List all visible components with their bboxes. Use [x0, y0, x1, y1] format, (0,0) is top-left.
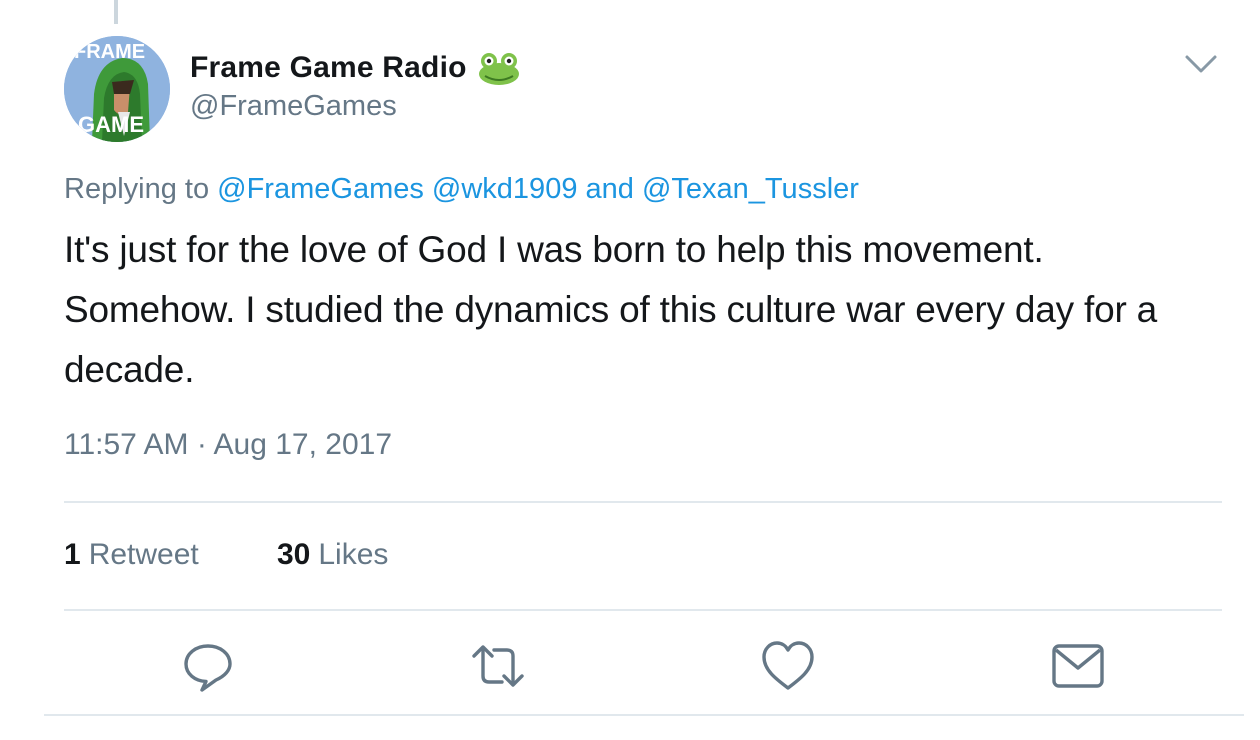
tweet-stats: 1 Retweet 30 Likes [64, 538, 388, 572]
share-icon[interactable] [1050, 638, 1106, 694]
display-name[interactable]: Frame Game Radio [190, 51, 467, 85]
chevron-down-icon[interactable] [1184, 52, 1218, 76]
avatar[interactable]: FRAME GAME [64, 36, 170, 142]
tweet-timestamp[interactable]: 11:57 AM · Aug 17, 2017 [64, 428, 392, 462]
divider [44, 714, 1244, 716]
divider [64, 501, 1222, 503]
user-handle[interactable]: @FrameGames [190, 90, 521, 123]
likes-label: Likes [318, 538, 389, 571]
retweets-label: Retweet [88, 538, 199, 571]
name-row: Frame Game Radio [190, 48, 521, 88]
replying-to-label: Replying to [64, 173, 210, 205]
avatar-text-frame: FRAME [74, 41, 145, 63]
retweet-icon[interactable] [470, 638, 526, 694]
mention-link[interactable]: @Texan_Tussler [642, 173, 859, 205]
frog-emoji-icon [477, 50, 521, 86]
mention-link[interactable]: @wkd1909 [432, 173, 578, 205]
avatar-text-game: GAME [78, 112, 144, 137]
likes-count: 30 [277, 538, 311, 571]
like-icon[interactable] [760, 638, 816, 694]
avatar-image: FRAME GAME [64, 36, 170, 142]
reply-icon[interactable] [180, 638, 236, 694]
retweets-count: 1 [64, 538, 81, 571]
tweet-text: It's just for the love of God I was born… [64, 229, 1158, 390]
likes-stat[interactable]: 30 Likes [277, 538, 388, 572]
mention-link[interactable]: @FrameGames [217, 173, 424, 205]
replying-to: Replying to @FrameGames @wkd1909 and @Te… [64, 173, 859, 206]
tweet-header: Frame Game Radio @FrameGames [190, 48, 521, 123]
reply-conjunction: and [585, 173, 634, 205]
thread-connector-line [114, 0, 118, 24]
divider [64, 609, 1222, 611]
retweets-stat[interactable]: 1 Retweet [64, 538, 277, 572]
